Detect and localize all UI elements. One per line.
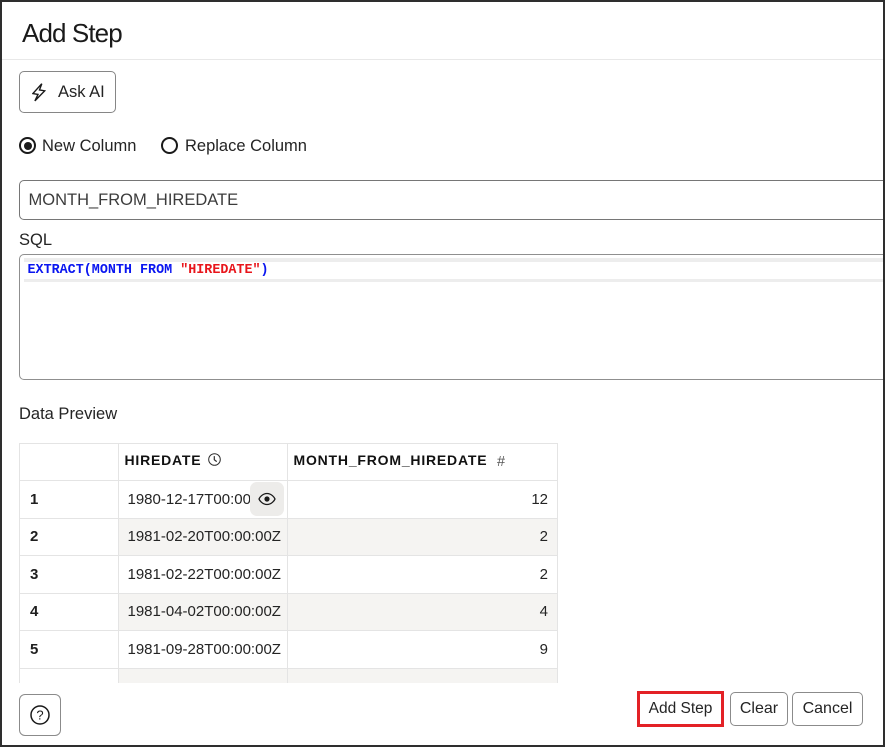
svg-text:?: ? xyxy=(36,708,43,723)
